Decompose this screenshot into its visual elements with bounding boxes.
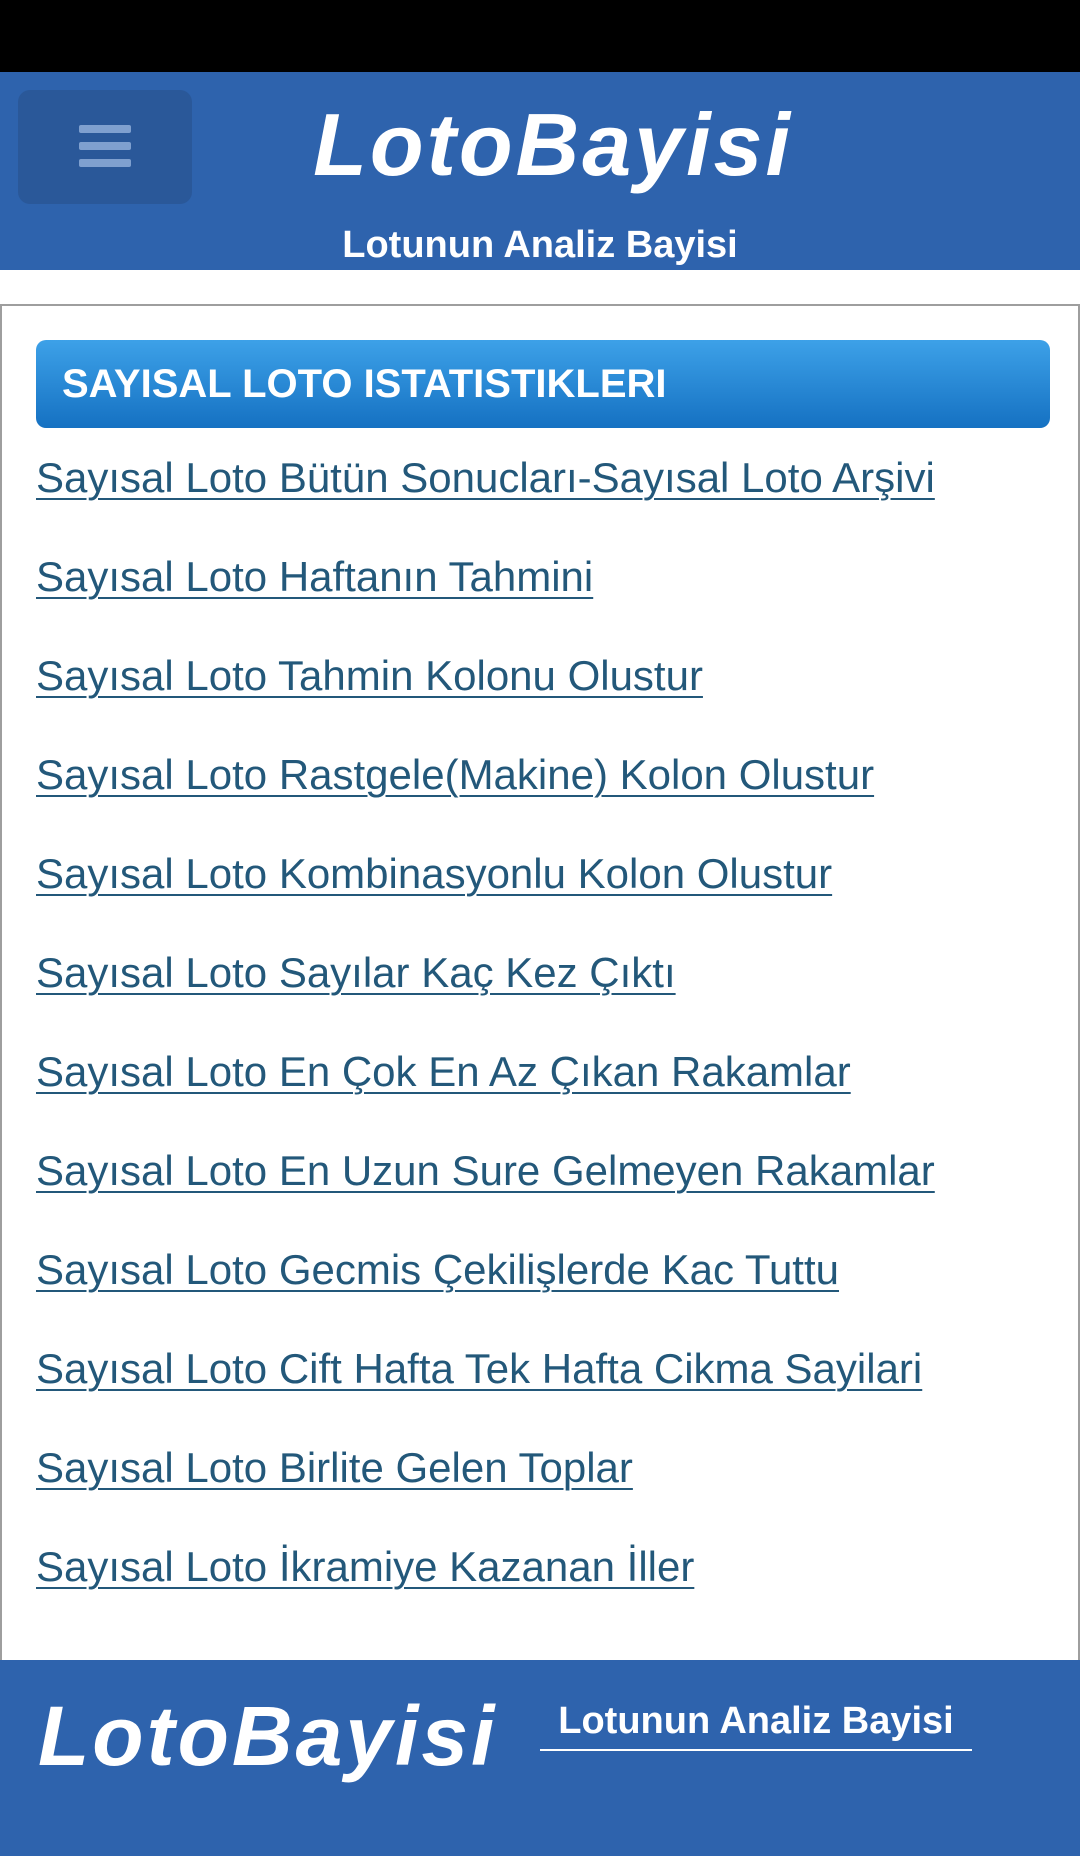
link-number-frequency[interactable]: Sayısal Loto Sayılar Kaç Kez Çıktı — [36, 923, 1056, 1022]
statistics-card: SAYISAL LOTO ISTATISTIKLERI Sayısal Loto… — [0, 304, 1080, 1662]
link-weekly-prediction[interactable]: Sayısal Loto Haftanın Tahmini — [36, 527, 1056, 626]
site-header: LotoBayisi Lotunun Analiz Bayisi — [0, 72, 1080, 270]
statistics-link-list: Sayısal Loto Bütün Sonucları-Sayısal Lot… — [36, 428, 1056, 1616]
link-longest-absent-numbers[interactable]: Sayısal Loto En Uzun Sure Gelmeyen Rakam… — [36, 1121, 1056, 1220]
link-combination-column[interactable]: Sayısal Loto Kombinasyonlu Kolon Olustur — [36, 824, 1056, 923]
status-bar — [0, 0, 1080, 72]
link-create-prediction-column[interactable]: Sayısal Loto Tahmin Kolonu Olustur — [36, 626, 1056, 725]
footer-tagline[interactable]: Lotunun Analiz Bayisi — [540, 1700, 972, 1751]
link-odd-even-weeks[interactable]: Sayısal Loto Cift Hafta Tek Hafta Cikma … — [36, 1319, 1056, 1418]
link-results-archive[interactable]: Sayısal Loto Bütün Sonucları-Sayısal Lot… — [36, 428, 1056, 527]
link-random-column[interactable]: Sayısal Loto Rastgele(Makine) Kolon Olus… — [36, 725, 1056, 824]
site-subtitle: Lotunun Analiz Bayisi — [342, 224, 738, 266]
link-balls-together[interactable]: Sayısal Loto Birlite Gelen Toplar — [36, 1418, 1056, 1517]
link-most-least-numbers[interactable]: Sayısal Loto En Çok En Az Çıkan Rakamlar — [36, 1022, 1056, 1121]
site-logo-text: LotoBayisi — [313, 95, 793, 194]
site-logo[interactable]: LotoBayisi — [0, 94, 1080, 196]
site-footer: LotoBayisi Lotunun Analiz Bayisi — [0, 1660, 1080, 1856]
link-past-draws-hits[interactable]: Sayısal Loto Gecmis Çekilişlerde Kac Tut… — [36, 1220, 1056, 1319]
section-title: SAYISAL LOTO ISTATISTIKLERI — [36, 340, 1050, 428]
link-prize-winning-cities[interactable]: Sayısal Loto İkramiye Kazanan İller — [36, 1517, 1056, 1616]
footer-logo[interactable]: LotoBayisi — [38, 1688, 497, 1785]
